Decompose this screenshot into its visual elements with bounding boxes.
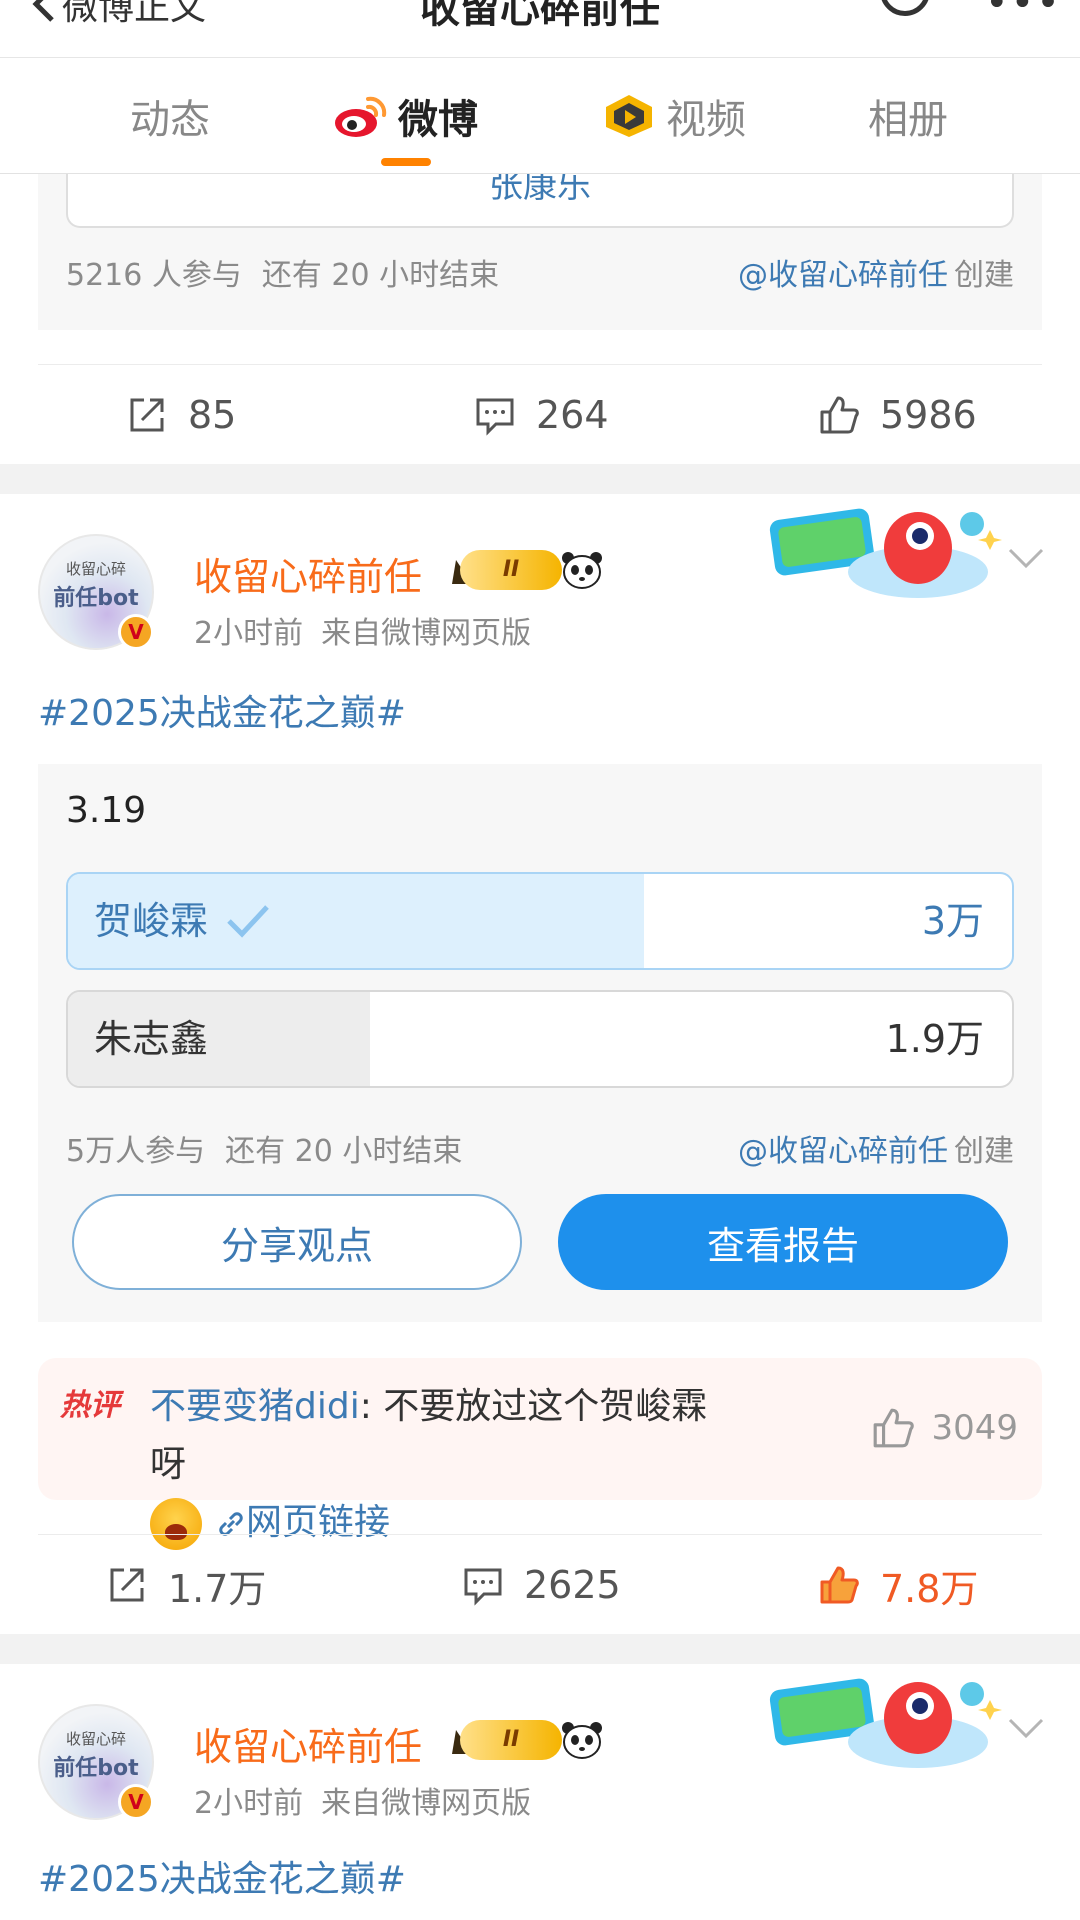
vote-box: 3.19 贺峻霖 3万 朱志鑫 1.9万 5万人参与 还有 20 小时结束 @收… [38,764,1042,1322]
comment-like-button[interactable]: 3049 [728,1398,1018,1458]
vote-meta: 5216 人参与 还有 20 小时结束 [66,250,499,294]
vote-option[interactable]: 张康乐 [66,174,1014,228]
weibo-logo-icon [335,96,387,137]
view-report-button[interactable]: 查看报告 [558,1194,1008,1290]
comment-count: 264 [536,393,609,437]
vote-participants: 5216 人参与 [66,258,242,293]
repost-icon [130,398,164,432]
avatar-text: 收留心碎 [65,560,126,578]
repost-button[interactable]: 85 [126,365,236,465]
verified-badge: V [118,614,154,650]
hashtag-link[interactable]: #2025决战金花之巅# [38,684,406,736]
avatar-text: 前任bot [53,1756,139,1781]
profile-tabs: 动态 微博 视频 相册 [0,58,1080,174]
tab-label: 动态 [130,97,210,143]
avatar-text: 收留心碎 [65,1730,126,1748]
hashtag-link[interactable]: #2025决战金花之巅# [38,1850,406,1902]
chevron-down-icon[interactable] [1006,546,1046,570]
post-source: 来自微博网页版 [321,616,532,651]
member-rank-badge: II [460,550,562,590]
post-card: 张康乐 5216 人参与 还有 20 小时结束 @收留心碎前任 创建 85 264… [0,174,1080,464]
vote-option-content: 贺峻霖 [94,874,270,968]
post-meta: 2小时前 来自微博网页版 [194,608,531,652]
comment-count: 2625 [524,1563,621,1607]
verified-badge: V [118,1784,154,1820]
vote-option-2[interactable]: 朱志鑫 1.9万 [66,990,1014,1088]
panda-icon [562,1722,602,1759]
post-action-bar: 85 264 5986 [38,364,1042,464]
post-source: 来自微博网页版 [321,1786,532,1821]
repost-count: 1.7万 [168,1566,267,1611]
like-button[interactable]: 7.8万 [818,1535,978,1635]
comment-like-count: 3049 [931,1408,1018,1448]
member-rank-badge: II [460,1720,562,1760]
post-action-bar: 1.7万 2625 7.8万 [38,1534,1042,1634]
tab-weibo[interactable]: 微博 [332,86,478,146]
share-opinion-button[interactable]: 分享观点 [72,1194,522,1290]
repost-button[interactable]: 1.7万 [106,1535,266,1635]
video-logo-icon [606,95,652,137]
more-icon[interactable]: ••• [985,0,1062,26]
holiday-promo-sticker[interactable] [768,502,1004,606]
post-card: 收留心碎 前任bot V 收留心碎前任 II 2小时前 来自微博网页版 #202… [0,494,1080,1634]
creator-suffix: 创建 [954,1134,1014,1169]
comment-button[interactable]: 264 [474,365,609,465]
like-icon [874,1408,915,1448]
active-tab-indicator [381,158,431,166]
vote-question: 3.19 [66,790,147,831]
holiday-promo-sticker[interactable] [768,1672,1004,1776]
tab-album[interactable]: 相册 [868,86,948,146]
comment-user[interactable]: 不要变猪didi [150,1386,360,1427]
vote-creator[interactable]: @收留心碎前任 创建 [738,1126,1014,1170]
creator-suffix: 创建 [954,258,1014,293]
repost-count: 85 [188,393,237,437]
vote-option-count: 3万 [921,899,984,943]
comment-icon [464,1568,502,1606]
comment-icon [476,398,514,436]
top-nav-bar: 微博正文 收留心碎前任 ••• [0,0,1080,58]
vote-creator[interactable]: @收留心碎前任 创建 [738,250,1014,294]
vote-time-left: 还有 20 小时结束 [261,258,500,293]
hot-comment-tag: 热评 [60,1388,120,1423]
avatar-text: 前任bot [53,586,139,611]
vote-box: 张康乐 5216 人参与 还有 20 小时结束 @收留心碎前任 创建 [38,174,1042,330]
like-count: 5986 [880,393,977,437]
vote-time-left: 还有 20 小时结束 [225,1134,463,1169]
post-time: 2小时前 [194,1786,304,1821]
tab-label: 视频 [666,97,746,143]
hot-comment-text: 不要变猪didi: 不要放过这个贺峻霖呀 网页链接 [150,1378,710,1552]
like-icon [820,396,859,434]
like-count: 7.8万 [880,1566,979,1611]
tab-dynamic[interactable]: 动态 [130,86,210,146]
vote-option-label: 朱志鑫 [94,1017,209,1061]
vote-option-label: 贺峻霖 [94,899,209,943]
tab-label: 微博 [398,97,478,143]
chevron-down-icon[interactable] [1006,1716,1046,1740]
vote-participants: 5万人参与 [66,1134,206,1169]
user-name[interactable]: 收留心碎前任 [194,1716,422,1771]
vote-meta: 5万人参与 还有 20 小时结束 [66,1126,462,1170]
vote-option-1[interactable]: 贺峻霖 3万 [66,872,1014,970]
like-icon [820,1566,859,1604]
vote-option-content: 朱志鑫 [94,992,208,1086]
tab-label: 相册 [868,97,948,143]
repost-icon [110,1568,144,1602]
post-meta: 2小时前 来自微博网页版 [194,1778,531,1822]
panda-icon [562,552,602,589]
vote-option-count: 1.9万 [885,1017,984,1061]
user-name[interactable]: 收留心碎前任 [194,546,422,601]
hot-comment[interactable]: 热评 不要变猪didi: 不要放过这个贺峻霖呀 网页链接 3049 [38,1358,1042,1550]
like-button[interactable]: 5986 [818,365,977,465]
post-time: 2小时前 [194,616,304,651]
comment-button[interactable]: 2625 [462,1535,621,1635]
creator-mention[interactable]: @收留心碎前任 [738,258,948,293]
tab-video[interactable]: 视频 [602,86,746,146]
post-card: 收留心碎 前任bot V 收留心碎前任 II 2小时前 来自微博网页版 #202… [0,1664,1080,1920]
creator-mention[interactable]: @收留心碎前任 [738,1134,948,1169]
check-icon [227,905,269,938]
vote-option-label: 张康乐 [489,174,591,206]
